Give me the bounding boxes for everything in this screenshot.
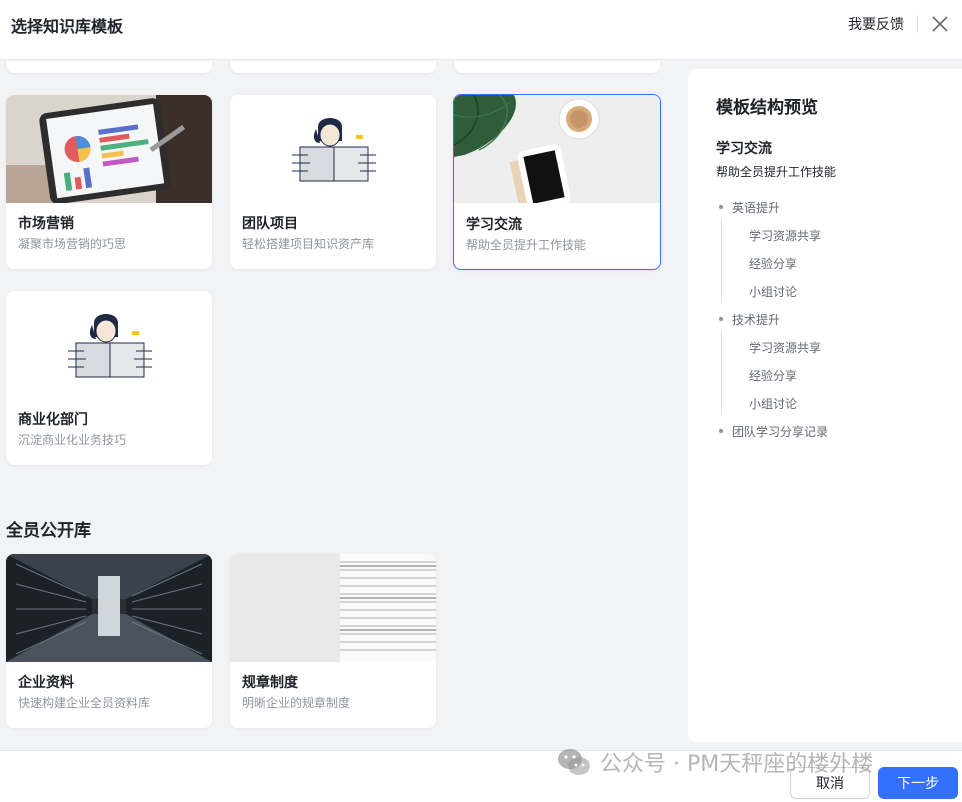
tree-guide-line (721, 220, 722, 302)
template-desc: 快速构建企业全员资料库 (18, 696, 151, 710)
template-card-partial[interactable] (230, 61, 436, 73)
template-desc: 沉淀商业化业务技巧 (18, 433, 127, 447)
template-card-partial[interactable] (6, 61, 212, 73)
server-room-image (6, 554, 212, 662)
template-card-regulations[interactable]: 规章制度 明晰企业的规章制度 (230, 554, 436, 728)
template-card-partial[interactable] (454, 61, 660, 73)
tree-item: 经验分享 (749, 257, 798, 271)
tree-item: 学习资源共享 (749, 229, 822, 243)
tree-item: 技术提升 (718, 313, 781, 327)
template-gallery: 市场营销 凝聚市场营销的巧思 团队项目 轻松搭建项目知识资产库 学习交流 帮助全… (0, 61, 680, 750)
dialog-title: 选择知识库模板 (11, 17, 124, 36)
tree-item: 学习资源共享 (749, 341, 822, 355)
template-card-enterprise-docs[interactable]: 企业资料 快速构建企业全员资料库 (6, 554, 212, 728)
tree-item: 团队学习分享记录 (718, 425, 829, 439)
template-name: 企业资料 (18, 675, 74, 691)
template-card-commercial[interactable]: 商业化部门 沉淀商业化业务技巧 (6, 291, 212, 465)
template-desc: 轻松搭建项目知识资产库 (242, 237, 375, 251)
template-name: 团队项目 (242, 216, 298, 232)
header-divider (917, 15, 918, 33)
template-card-study[interactable]: 学习交流 帮助全员提升工作技能 (453, 94, 661, 270)
wechat-icon (558, 749, 590, 775)
plant-phone-coffee-image (454, 95, 660, 203)
next-button[interactable]: 下一步 (878, 767, 958, 799)
tree-guide-line (721, 332, 722, 414)
template-desc: 明晰企业的规章制度 (242, 696, 351, 710)
template-desc: 凝聚市场营销的巧思 (18, 237, 127, 251)
dialog-header: 选择知识库模板 我要反馈 (0, 0, 962, 60)
tree-item: 小组讨论 (749, 397, 798, 411)
section-title-public: 全员公开库 (6, 521, 91, 541)
template-card-marketing[interactable]: 市场营销 凝聚市场营销的巧思 (6, 95, 212, 269)
tree-item: 英语提升 (718, 201, 781, 215)
tree-item: 经验分享 (749, 369, 798, 383)
template-card-team-project[interactable]: 团队项目 轻松搭建项目知识资产库 (230, 95, 436, 269)
tablet-chart-image (6, 95, 212, 203)
template-name: 市场营销 (18, 216, 74, 232)
preview-template-name: 学习交流 (716, 141, 772, 157)
person-illustration-image (6, 291, 212, 399)
close-icon[interactable] (930, 14, 950, 34)
template-desc: 帮助全员提升工作技能 (466, 238, 587, 252)
template-preview-panel: 模板结构预览 学习交流 帮助全员提升工作技能 英语提升 学习资源共享 经验分享 … (688, 69, 962, 742)
template-name: 商业化部门 (18, 412, 88, 428)
preview-template-desc: 帮助全员提升工作技能 (716, 165, 837, 179)
feedback-link[interactable]: 我要反馈 (848, 14, 904, 34)
watermark-text: 公众号 · PM天秤座的楼外楼 (600, 752, 874, 777)
tree-item: 小组讨论 (749, 285, 798, 299)
document-stack-image (230, 554, 436, 662)
template-name: 学习交流 (466, 217, 522, 233)
person-illustration-image (230, 95, 436, 203)
template-name: 规章制度 (242, 675, 298, 691)
watermark: 公众号 · PM天秤座的楼外楼 (556, 746, 873, 778)
preview-title: 模板结构预览 (716, 98, 818, 118)
